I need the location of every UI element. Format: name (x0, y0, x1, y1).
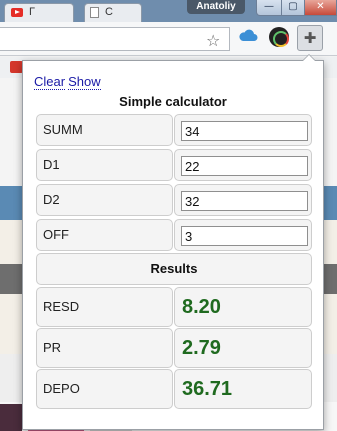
close-window-button[interactable]: ✕ (304, 0, 337, 16)
address-bar[interactable]: ☆ (0, 27, 230, 51)
depo-value: 36.71 (182, 378, 233, 400)
depo-label-cell: DEPO (36, 369, 173, 409)
resd-label-cell: RESD (36, 287, 173, 327)
off-input[interactable] (181, 226, 308, 246)
resd-value-cell: 8.20 (174, 287, 312, 327)
calculator-title: Simple calculator (119, 94, 227, 109)
results-heading: Results (150, 261, 198, 276)
results-heading-cell: Results (36, 253, 312, 285)
resd-label: RESD (43, 299, 80, 314)
d1-label: D1 (43, 157, 60, 172)
browser-tab-document[interactable]: С (84, 3, 142, 22)
off-label: OFF (43, 227, 69, 242)
pr-value: 2.79 (182, 337, 221, 359)
calculator-popup: ClearShow Simple calculator SUMM D1 D2 O… (22, 54, 324, 430)
off-input-cell (174, 219, 312, 251)
star-icon[interactable]: ☆ (206, 31, 220, 50)
clear-link[interactable]: Clear (34, 74, 66, 90)
page-thumbnail[interactable] (0, 404, 22, 431)
youtube-favicon-icon (11, 8, 23, 17)
off-label-cell: OFF (36, 219, 173, 251)
summ-input-cell (174, 114, 312, 146)
document-favicon-icon (90, 7, 99, 18)
color-wheel-icon[interactable] (269, 27, 289, 47)
summ-label-cell: SUMM (36, 114, 173, 146)
show-link[interactable]: Show (68, 74, 101, 90)
pr-label-cell: PR (36, 328, 173, 368)
summ-label: SUMM (43, 122, 83, 137)
d1-input[interactable] (181, 156, 308, 176)
d2-input-cell (174, 184, 312, 216)
minimize-button[interactable]: — (256, 0, 282, 16)
d1-input-cell (174, 149, 312, 181)
browser-toolbar: ☆ ✚ (0, 22, 337, 56)
pr-value-cell: 2.79 (174, 328, 312, 368)
resd-value: 8.20 (182, 296, 221, 318)
puzzle-icon[interactable]: ✚ (297, 25, 323, 51)
browser-tab-youtube[interactable]: Г (4, 3, 74, 22)
depo-label: DEPO (43, 381, 80, 396)
d2-label-cell: D2 (36, 184, 173, 216)
cloud-icon[interactable] (238, 28, 258, 42)
profile-name-badge[interactable]: Anatoliy (187, 0, 245, 14)
maximize-button[interactable]: ▢ (281, 0, 305, 16)
d2-input[interactable] (181, 191, 308, 211)
tab-title: Г (29, 6, 35, 18)
summ-input[interactable] (181, 121, 308, 141)
depo-value-cell: 36.71 (174, 369, 312, 409)
d1-label-cell: D1 (36, 149, 173, 181)
tab-title: С (105, 6, 113, 18)
d2-label: D2 (43, 192, 60, 207)
popup-links: Clear Show (34, 74, 101, 90)
pr-label: PR (43, 340, 62, 355)
window-titlebar: Г С Anatoliy — ▢ ✕ (0, 0, 337, 22)
